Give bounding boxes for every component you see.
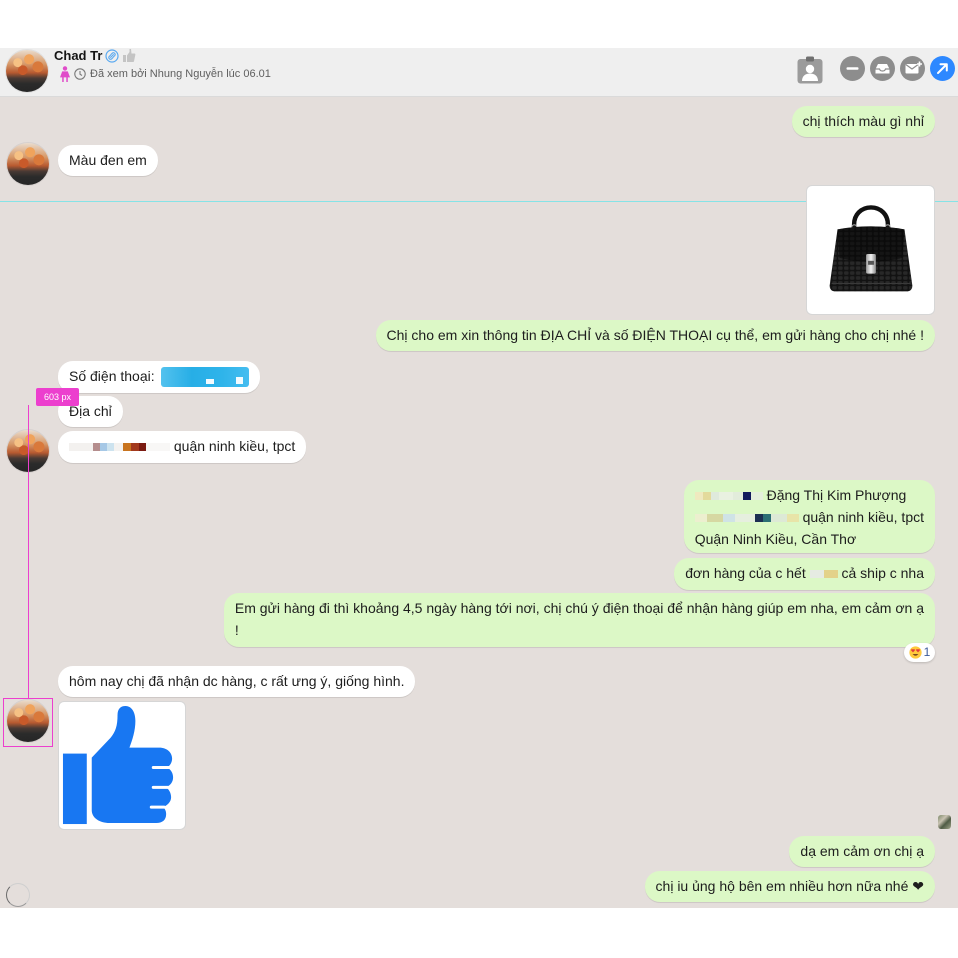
message-text: Đặng Thị Kim Phượng [766,487,907,503]
redacted-text [694,509,799,528]
message-text: Chị cho em xin thông tin ĐỊA CHỈ và số Đ… [386,327,924,343]
measure-label: 603 px [36,388,79,406]
contact-card-button[interactable] [797,56,823,84]
inbox-icon [870,56,895,81]
contact-avatar[interactable] [6,50,48,92]
message-outgoing: Chị cho em xin thông tin ĐỊA CHỈ và số Đ… [375,320,935,351]
contact-name[interactable]: Chad Tr [54,47,102,64]
handbag-image-message[interactable] [806,185,935,315]
message-line: Em gửi hàng đi thì khoảng 4,5 ngày hàng … [234,600,924,616]
redacted-phone-number [160,367,249,388]
reaction-badge[interactable]: 1 [904,643,935,662]
arrow-up-right-icon [930,56,955,81]
message-incoming: Màu đen em [58,145,158,176]
message-text: dạ em cảm ơn chị ạ [800,843,924,859]
redacted-amount [809,565,838,584]
inbox-button[interactable] [870,56,895,81]
message-text: Màu đen em [69,152,147,168]
seen-status: Đã xem bởi Nhung Nguyễn lúc 06.01 [90,68,271,80]
message-outgoing: Em gửi hàng đi thì khoảng 4,5 ngày hàng … [223,593,935,647]
thumbs-up-like-image [62,705,174,825]
like-image-message[interactable] [58,701,186,830]
chat-window: Chad Tr Đã xem bởi Nhung Nguyễn lúc 06.0… [0,0,958,958]
message-list: chị thích màu gì nhỉ Màu đen em Chị cho … [0,97,958,908]
clock-icon [74,68,86,80]
message-line: quận ninh kiều, tpct [694,506,924,528]
reaction-count: 1 [923,645,931,659]
message-line: ! [234,622,239,638]
message-line: Đặng Thị Kim Phượng [694,484,924,506]
message-incoming: quận ninh kiều, tpct [58,431,307,463]
message-outgoing: chị iu ủng hộ bên em nhiều hơn nữa nhé ❤ [644,871,935,902]
message-text: hôm nay chị đã nhận dc hàng, c rất ưng ý… [69,673,405,689]
contact-avatar[interactable] [7,143,49,185]
message-text: Số điện thoại: [69,368,155,384]
email-button[interactable] [900,56,925,81]
heart-eyes-emoji-icon [909,646,922,659]
message-text: chị thích màu gì nhỉ [802,113,924,129]
black-handbag-image [829,204,912,291]
open-conversation-button[interactable] [930,56,955,81]
redacted-text [694,487,763,506]
redacted-address [69,438,170,457]
female-icon [60,66,70,82]
message-outgoing: đơn hàng của c hết cả ship c nha [674,558,935,590]
seen-status-row: Đã xem bởi Nhung Nguyễn lúc 06.01 [60,66,271,82]
message-incoming: hôm nay chị đã nhận dc hàng, c rất ưng ý… [58,666,416,697]
link-icon[interactable] [105,48,120,63]
message-outgoing: dạ em cảm ơn chị ạ [789,836,935,867]
measure-selection-box [3,698,53,747]
minimize-button[interactable] [840,56,865,81]
loading-spinner-icon [6,883,30,907]
message-line: Quận Ninh Kiều, Cần Thơ [694,531,857,547]
message-outgoing: Đặng Thị Kim Phượng quận ninh kiều, tpct… [683,480,935,553]
message-text: chị iu ủng hộ bên em nhiều hơn nữa nhé ❤ [655,878,924,894]
minus-icon [840,56,865,81]
contact-card-icon [797,56,823,84]
message-text: cả ship c nha [841,565,925,581]
envelope-icon [900,56,925,81]
contact-name-row: Chad Tr [54,47,136,64]
message-incoming: Số điện thoại: [58,361,260,394]
message-text: đơn hàng của c hết [685,565,806,581]
message-text: quận ninh kiều, tpct [802,509,924,525]
message-outgoing: chị thích màu gì nhỉ [791,106,935,137]
measure-guide-line [28,405,29,698]
like-icon [122,48,136,63]
seen-by-avatar[interactable] [938,815,951,829]
message-text: quận ninh kiều, tpct [173,438,296,454]
conversation-header: Chad Tr Đã xem bởi Nhung Nguyễn lúc 06.0… [0,48,958,97]
